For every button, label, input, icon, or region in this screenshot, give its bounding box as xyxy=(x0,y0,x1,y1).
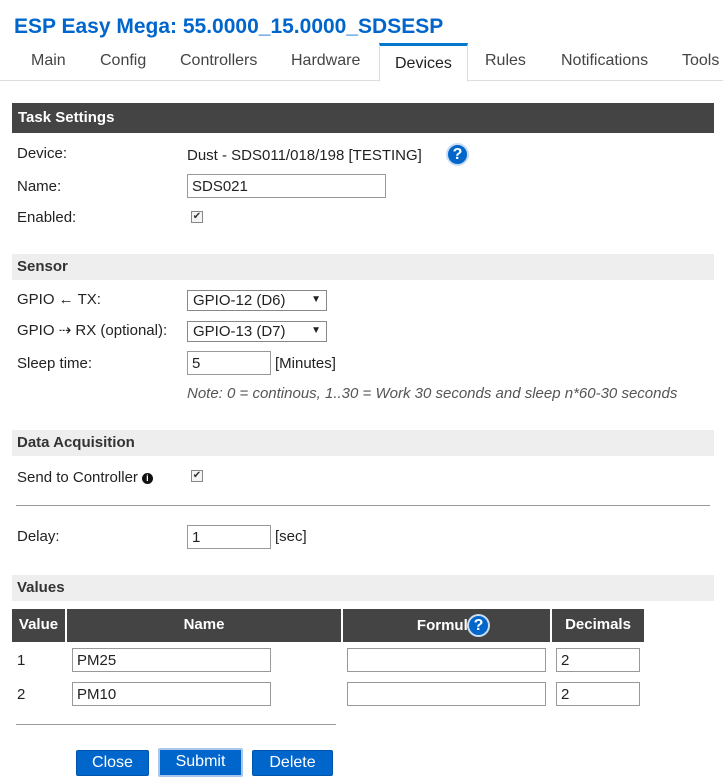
divider xyxy=(16,505,710,506)
name-input[interactable] xyxy=(187,174,386,198)
divider xyxy=(16,724,336,725)
help-icon[interactable]: ? xyxy=(467,614,490,637)
gpio-rx-value: GPIO-13 (D7) xyxy=(193,323,286,340)
close-button[interactable]: Close xyxy=(76,750,149,776)
delay-label: Delay: xyxy=(17,528,60,545)
info-icon[interactable]: i xyxy=(141,472,153,484)
help-icon[interactable]: ? xyxy=(446,143,469,166)
tab-bar: Main Config Controllers Hardware Devices… xyxy=(0,43,723,82)
data-acquisition-header: Data Acquisition xyxy=(12,430,714,456)
value-decimals-input[interactable] xyxy=(556,682,640,706)
send-to-controller-checkbox[interactable]: ✔ xyxy=(191,470,203,482)
tab-rules[interactable]: Rules xyxy=(485,52,526,70)
values-header: Values xyxy=(12,575,714,601)
tab-tools[interactable]: Tools xyxy=(682,52,719,70)
column-header-value: Value xyxy=(12,609,65,642)
chevron-down-icon: ▼ xyxy=(311,294,321,305)
tab-notifications[interactable]: Notifications xyxy=(561,52,648,70)
tab-devices[interactable]: Devices xyxy=(379,43,468,82)
gpio-tx-label: GPIO ← TX: xyxy=(17,291,101,308)
delete-button[interactable]: Delete xyxy=(252,750,333,776)
name-label: Name: xyxy=(17,178,62,195)
row-index: 1 xyxy=(17,652,26,669)
delay-input[interactable] xyxy=(187,525,271,549)
delay-unit: [sec] xyxy=(275,528,307,545)
value-name-input[interactable] xyxy=(72,648,271,672)
task-settings-header: Task Settings xyxy=(12,103,714,133)
device-label: Device: xyxy=(17,145,68,162)
gpio-rx-label: GPIO ⇢ RX (optional): xyxy=(17,322,168,339)
row-index: 2 xyxy=(17,686,26,703)
gpio-tx-select[interactable]: GPIO-12 (D6) ▼ xyxy=(187,290,327,311)
app-title: ESP Easy Mega: 55.0000_15.0000_SDSESP xyxy=(14,15,444,38)
value-name-input[interactable] xyxy=(72,682,271,706)
submit-button[interactable]: Submit xyxy=(158,748,243,777)
enabled-label: Enabled: xyxy=(17,209,77,226)
sleep-label: Sleep time: xyxy=(17,355,93,372)
enabled-checkbox[interactable]: ✔ xyxy=(191,211,203,223)
gpio-tx-value: GPIO-12 (D6) xyxy=(193,292,286,309)
sleep-note: Note: 0 = continous, 1..30 = Work 30 sec… xyxy=(187,385,678,402)
value-formula-input[interactable] xyxy=(347,648,546,672)
chevron-down-icon: ▼ xyxy=(311,325,321,336)
sleep-input[interactable] xyxy=(187,351,271,375)
sensor-header: Sensor xyxy=(12,254,714,280)
value-formula-input[interactable] xyxy=(347,682,546,706)
value-decimals-input[interactable] xyxy=(556,648,640,672)
send-to-controller-text: Send to Controller xyxy=(17,469,138,486)
tab-hardware[interactable]: Hardware xyxy=(291,52,360,70)
column-header-decimals: Decimals xyxy=(552,609,644,642)
send-to-controller-label: Send to Controller i xyxy=(17,469,153,486)
sleep-unit: [Minutes] xyxy=(275,355,336,372)
tab-controllers[interactable]: Controllers xyxy=(180,52,257,70)
device-value: Dust - SDS011/018/198 [TESTING] xyxy=(187,147,422,164)
column-header-name: Name xyxy=(67,609,341,642)
tab-config[interactable]: Config xyxy=(100,52,146,70)
gpio-rx-select[interactable]: GPIO-13 (D7) ▼ xyxy=(187,321,327,342)
tab-main[interactable]: Main xyxy=(31,52,66,70)
column-header-formula: Formula xyxy=(343,609,550,642)
